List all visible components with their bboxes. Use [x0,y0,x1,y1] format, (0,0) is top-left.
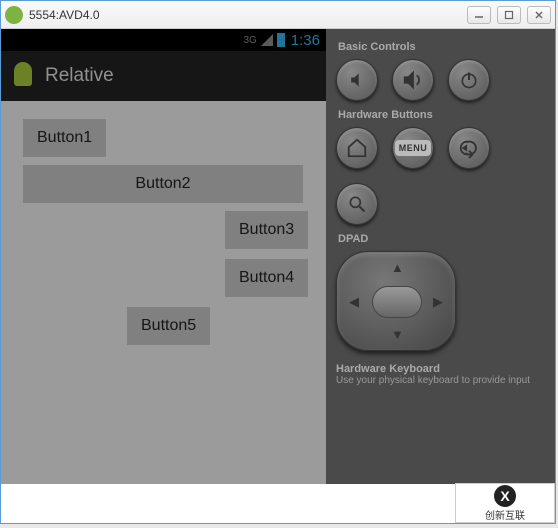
button-3[interactable]: Button3 [225,211,308,249]
battery-icon [277,33,285,47]
network-type: 3G [243,35,256,46]
volume-down-button[interactable] [336,59,378,101]
watermark-text: 创新互联 [485,507,525,522]
home-icon [346,137,368,159]
close-icon [534,10,544,20]
basic-controls-label: Basic Controls [338,41,545,53]
relative-layout: Button1 Button2 Button3 Button4 Button5 [1,101,326,484]
signal-icon [261,34,273,46]
activity-title: Relative [45,65,114,87]
app-action-bar: Relative [1,51,326,101]
search-icon [347,194,367,214]
dpad-up[interactable]: ▲ [391,260,404,275]
button-1[interactable]: Button1 [23,119,106,157]
basic-controls-row [336,59,545,101]
minimize-button[interactable] [467,6,491,24]
volume-up-icon [402,69,424,91]
power-button[interactable] [448,59,490,101]
dpad-label: DPAD [338,233,545,245]
phone-screen: 3G 1:36 Relative Button1 Button2 Button3… [1,29,326,484]
window-controls [467,6,551,24]
emulator-controls: Basic Controls Hardware Buttons MENU [326,29,555,484]
hardware-buttons-row: MENU [336,127,545,225]
clock-time: 1:36 [291,32,320,49]
watermark: X 创新互联 [455,483,555,523]
search-button[interactable] [336,183,378,225]
volume-up-button[interactable] [392,59,434,101]
home-button[interactable] [336,127,378,169]
maximize-button[interactable] [497,6,521,24]
app-icon [5,6,23,24]
window-title: 5554:AVD4.0 [29,8,467,22]
dpad-down[interactable]: ▼ [391,327,404,342]
back-icon [458,137,480,159]
dpad-right[interactable]: ▶ [433,294,443,310]
emulator-body: 3G 1:36 Relative Button1 Button2 Button3… [1,29,555,484]
maximize-icon [504,10,514,20]
dpad-center[interactable] [372,286,422,318]
hardware-keyboard-title: Hardware Keyboard [336,363,545,375]
android-robot-icon [11,62,35,90]
button-4[interactable]: Button4 [225,259,308,297]
emulator-window: 5554:AVD4.0 3G 1:36 Relativ [0,0,556,524]
hardware-buttons-label: Hardware Buttons [338,109,545,121]
dpad: ▲ ▼ ◀ ▶ [336,251,456,351]
status-bar: 3G 1:36 [1,29,326,51]
back-button[interactable] [448,127,490,169]
button-5[interactable]: Button5 [127,307,210,345]
minimize-icon [474,11,484,19]
watermark-logo: X [494,485,516,507]
power-icon [459,70,479,90]
menu-button[interactable]: MENU [392,127,434,169]
menu-label: MENU [395,140,432,156]
volume-down-icon [347,70,367,90]
window-titlebar: 5554:AVD4.0 [1,1,555,29]
button-2[interactable]: Button2 [23,165,303,203]
hardware-keyboard-subtitle: Use your physical keyboard to provide in… [336,375,545,386]
dpad-left[interactable]: ◀ [349,294,359,310]
close-button[interactable] [527,6,551,24]
